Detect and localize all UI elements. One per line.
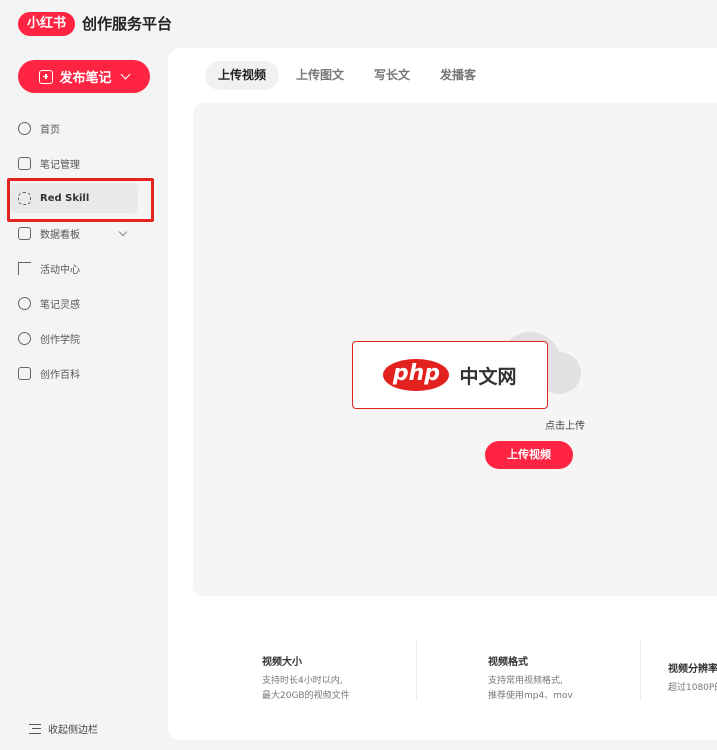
info-desc-line: 支持常用视频格式,	[488, 676, 563, 686]
sidebar-item-creator-wiki[interactable]: 创作百科	[10, 358, 138, 388]
tab-upload-image-text[interactable]: 上传图文	[283, 61, 357, 90]
upload-hint: 点击上传	[545, 421, 585, 432]
info-divider	[416, 640, 417, 700]
publish-note-button[interactable]: 发布笔记	[18, 60, 150, 93]
sidebar-item-label: 数据看板	[40, 229, 80, 241]
home-icon	[18, 121, 31, 135]
info-desc-line: 最大20GB的视频文件	[262, 691, 350, 701]
top-bar: 小红书 创作服务平台	[0, 0, 717, 48]
sidebar-item-home[interactable]: 首页	[10, 113, 138, 143]
flag-icon	[18, 261, 31, 275]
info-title: 视频大小	[262, 657, 302, 668]
info-title: 视频格式	[488, 657, 528, 668]
academy-icon	[18, 331, 31, 345]
sidebar-item-creator-academy[interactable]: 创作学院	[10, 323, 138, 353]
book-icon	[18, 366, 31, 380]
info-title: 视频分辨率	[668, 664, 717, 675]
sidebar-item-label: Red Skill	[40, 192, 90, 204]
sidebar-item-data-dashboard[interactable]: 数据看板	[10, 218, 138, 248]
tab-upload-video[interactable]: 上传视频	[205, 61, 280, 90]
sidebar-item-label: 首页	[40, 124, 60, 136]
note-icon	[18, 156, 31, 170]
info-desc-line: 超过1080P的	[668, 683, 717, 693]
collapse-sidebar-button[interactable]: 收起侧边栏	[29, 721, 98, 736]
puzzle-icon	[18, 191, 31, 205]
publish-note-label: 发布笔记	[59, 71, 112, 86]
info-desc-line: 支持时长4小时以内,	[262, 676, 343, 686]
upload-tabs: 上传视频 上传图文 写长文 发播客	[205, 61, 489, 90]
watermark-text: 中文网	[459, 365, 517, 388]
sidebar-item-note-inspiration[interactable]: 笔记灵感	[10, 288, 138, 318]
chevron-down-icon[interactable]	[118, 227, 128, 237]
bulb-icon	[18, 296, 31, 310]
tab-publish-podcast[interactable]: 发播客	[427, 61, 489, 90]
sidebar-nav: 首页 笔记管理 Red Skill 数据看板 活动中心 笔记灵感 创作学院 创作…	[10, 113, 138, 393]
upload-video-button[interactable]: 上传视频	[485, 441, 573, 469]
info-desc-line: 推荐使用mp4、mov	[488, 691, 573, 701]
chart-icon	[18, 226, 31, 240]
sidebar-item-activity-center[interactable]: 活动中心	[10, 253, 138, 283]
chevron-down-icon	[120, 69, 130, 80]
app-logo[interactable]: 小红书	[18, 12, 76, 36]
info-video-resolution: 视频分辨率 超过1080P的	[668, 660, 717, 696]
sidebar-item-label: 活动中心	[40, 264, 80, 276]
collapse-icon	[29, 723, 41, 734]
platform-title: 创作服务平台	[82, 15, 173, 33]
sidebar-item-red-skill[interactable]: Red Skill	[10, 183, 138, 213]
php-logo: php	[383, 359, 450, 391]
collapse-sidebar-label: 收起侧边栏	[48, 725, 98, 736]
sidebar-item-label: 创作百科	[40, 369, 80, 381]
php-watermark: php 中文网	[352, 341, 548, 409]
sidebar-item-label: 笔记管理	[40, 159, 80, 171]
tab-write-long-article[interactable]: 写长文	[361, 61, 423, 90]
info-video-format: 视频格式 支持常用视频格式, 推荐使用mp4、mov	[488, 653, 573, 704]
info-divider	[640, 640, 641, 700]
info-video-size: 视频大小 支持时长4小时以内, 最大20GB的视频文件	[262, 653, 350, 704]
sidebar-item-note-management[interactable]: 笔记管理	[10, 148, 138, 178]
sidebar-item-label: 笔记灵感	[40, 299, 80, 311]
plus-square-icon	[39, 69, 54, 84]
sidebar-item-label: 创作学院	[40, 334, 80, 346]
